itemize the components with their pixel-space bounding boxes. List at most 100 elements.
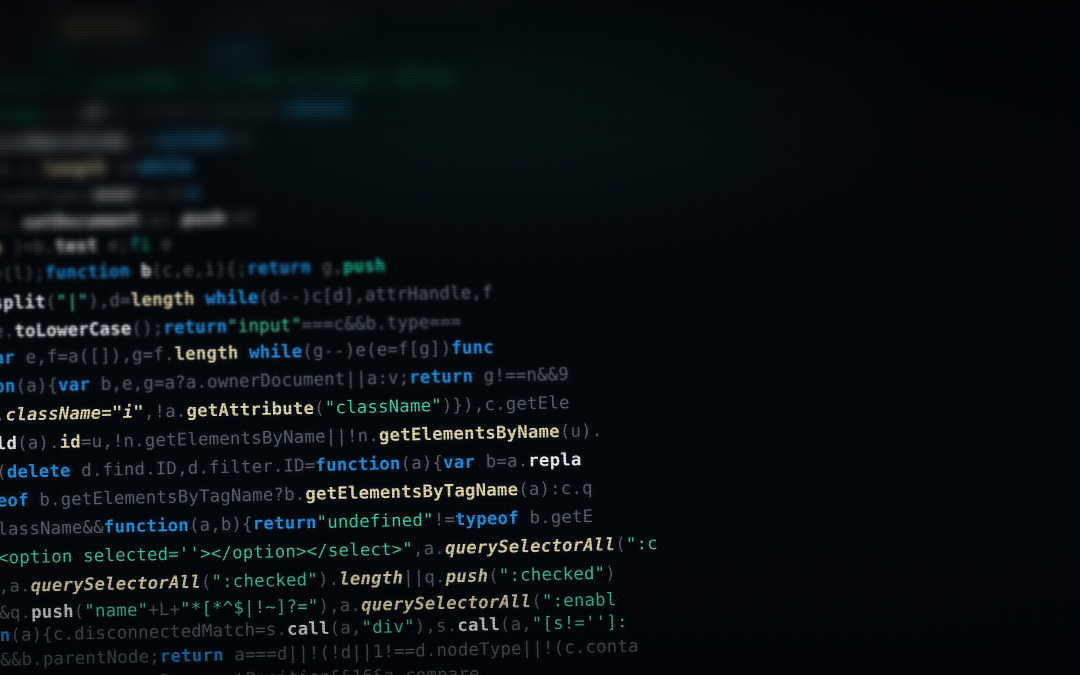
code-token: return: [159, 645, 224, 668]
code-token: e: [150, 234, 173, 256]
code-token: push: [445, 566, 489, 588]
code-token: getElementsByName: [378, 421, 561, 447]
code-token: function: [103, 515, 190, 538]
code-token: g,: [310, 257, 344, 279]
code-token: className: [5, 403, 102, 426]
code-token: (null): [206, 42, 271, 65]
code-token: (a,: [499, 614, 533, 636]
code-token: "div": [361, 616, 416, 639]
code-token: setDocument: [22, 210, 140, 234]
code-token: function: [0, 376, 16, 399]
code-token: +L+: [148, 599, 181, 621]
code-token: function: [0, 104, 41, 127]
code-token: "*[*^$|!~]?=": [179, 596, 319, 620]
code-token: (a):c.q: [518, 478, 593, 501]
code-token: (u).: [559, 420, 603, 443]
code-token: return: [284, 97, 350, 120]
code-token: b.getElementsByTagName?b.: [28, 484, 306, 511]
code-line: wrapAll: function(a){if(b.isFunction(a))…: [0, 97, 350, 129]
code-token: typeof: [454, 508, 520, 531]
code-line: ia(function(a){return a.innerHTML="<a hr…: [0, 67, 456, 101]
code-token: ,!a.: [143, 401, 187, 423]
code-token: (: [200, 572, 212, 593]
code-token: a===d||!(!d||1!==d.nodeType||!(c.conta: [223, 636, 639, 666]
code-token: length: [174, 343, 239, 365]
code-token: "undefined": [316, 510, 434, 534]
code-token: return: [252, 512, 317, 535]
code-token: repla: [528, 449, 582, 472]
code-line: this[length-1]):this.constructor(null): [0, 42, 271, 71]
code-token: "input": [227, 315, 302, 338]
code-line: d(a,b)checkOn=firstMatchCode,p=extend(a): [0, 128, 256, 158]
code-token: ),d=: [88, 290, 132, 312]
code-token: function: [315, 453, 401, 477]
code-token: call: [286, 618, 330, 640]
code-token: length: [130, 288, 195, 311]
code-token: =b.e,: [0, 159, 44, 182]
code-token: ="i": [101, 402, 145, 424]
code-token: ),a.: [0, 576, 31, 598]
code-token: while: [138, 156, 193, 178]
code-token: return: [247, 257, 312, 280]
code-line: h{ f=a&&d,g=c||[],setDocument(a),push(d): [0, 208, 257, 237]
code-token: (: [615, 534, 627, 556]
code-token: ":checked": [498, 563, 606, 587]
code-token: ,p=: [127, 130, 160, 152]
code-token: getAttribute: [186, 398, 315, 422]
code-token: "className": [324, 395, 443, 419]
code-token: ,a.: [412, 538, 446, 560]
code-token: (: [488, 565, 500, 587]
code-token: b=a.: [474, 451, 529, 473]
code-token: "|": [56, 291, 89, 313]
code-token: if: [82, 103, 105, 125]
code-token: q=: [106, 157, 139, 179]
code-token: "[s!='']:: [531, 612, 628, 635]
code-token: :a,d=b&&b.parentNode;: [0, 646, 161, 673]
code-token: (: [73, 601, 85, 623]
code-token: c: [189, 182, 201, 204]
code-token: (a,: [329, 617, 362, 639]
code-token: extend: [159, 129, 224, 151]
code-token: return: [409, 366, 474, 389]
code-token: appendChild: [0, 433, 18, 457]
code-token: push: [182, 208, 226, 231]
code-token: (a),: [139, 209, 183, 231]
code-token: (a,b){var c=b&&a,d=c&&1===a.nodeType&&1=…: [0, 0, 508, 14]
code-token: ===c&&b.type===: [301, 311, 462, 336]
code-token: a===b?(l=!0,0):: [0, 18, 62, 43]
code-token: (g--)e(e=f[g]): [302, 338, 452, 363]
code-token: length: [42, 158, 107, 181]
code-token: (: [313, 398, 326, 419]
code-token: &&q.: [0, 602, 32, 624]
code-token: (c,e,i){;: [151, 259, 248, 282]
code-token: while: [194, 287, 259, 310]
code-token: function: [0, 625, 11, 648]
code-token: ).: [317, 569, 340, 591]
code-token: var: [57, 374, 91, 396]
code-token: querySelectorAll: [360, 591, 532, 616]
code-line: empty:e(a),opts=b.e,length q=while: [0, 156, 193, 184]
code-token: (a): [222, 128, 256, 150]
code-token: (d--)c[d],attrHandle,f: [258, 282, 493, 308]
code-token: length: [339, 568, 404, 590]
code-token: (a){c.disconnectedMatch=s.: [10, 619, 288, 646]
code-token: !=: [433, 509, 456, 531]
code-token: (b.isFunction(a)): [103, 99, 286, 124]
code-token: fi: [129, 234, 152, 256]
code-token: push: [342, 256, 386, 278]
code-photo-stage: ction(a,b){var c=b&&a,d=c&&1===a.nodeTyp…: [0, 0, 1080, 675]
code-line: t,d(a),length )=b,test e;fi e: [0, 234, 173, 262]
code-line: if(11!==a.nodeType)exec(a,b)c: [0, 182, 201, 210]
code-token: ),a.: [318, 595, 362, 617]
code-token: .getElementsByClassName&&: [0, 517, 105, 544]
code-token: this: [36, 46, 80, 68]
code-token: !==a.nodeType): [0, 185, 95, 209]
code-line: return a===b?(l=!0,0):Hasfocus(),c.sortD…: [0, 11, 360, 44]
code-token: ":c: [625, 533, 659, 555]
code-token: e,f=a([]),g=f.: [14, 344, 175, 369]
code-token: exec: [93, 184, 137, 206]
code-token: b.getE: [518, 506, 594, 529]
code-token: llowcapture=''><option selected=''></opt…: [0, 539, 414, 573]
code-token: (),c.sortDetached=ia: [145, 11, 360, 37]
code-plane: ction(a,b){var c=b&&a,d=c&&1===a.nodeTyp…: [0, 0, 1080, 675]
